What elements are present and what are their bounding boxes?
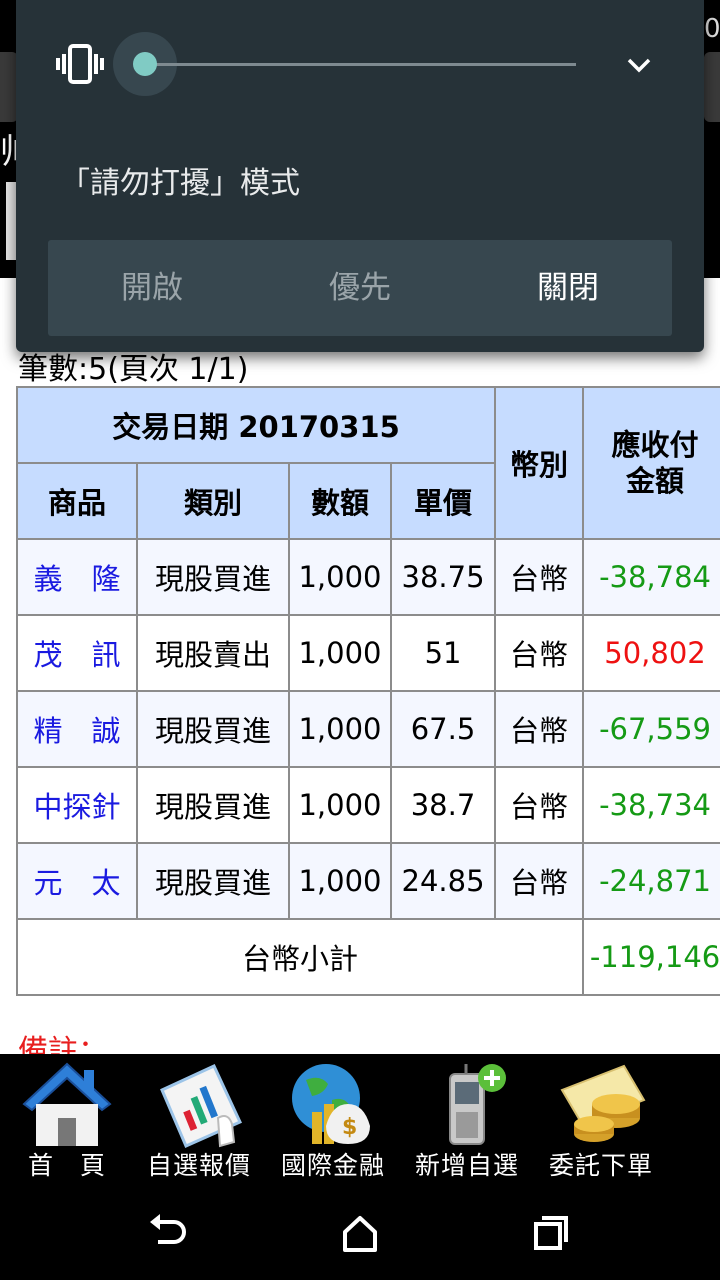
qty-header: 數額 [288, 462, 392, 540]
qty-cell: 1,000 [288, 842, 392, 920]
home-nav-icon[interactable] [337, 1210, 383, 1256]
table-header-row: 交易日期 20170315 幣別 應收付 金額 [15, 386, 720, 540]
nav-add-watchlist[interactable]: 新增自選 [402, 1054, 532, 1186]
vibrate-icon[interactable] [56, 44, 104, 84]
amount-cell: -38,784 [582, 538, 720, 616]
nav-home-label: 首 頁 [27, 1151, 106, 1180]
currency-cell: 台幣 [494, 614, 585, 692]
remark-label: 備註： [18, 1034, 108, 1056]
amount-cell: -38,734 [582, 766, 720, 844]
product-cell: 元 太 [16, 842, 138, 920]
type-cell: 現股買進 [136, 842, 290, 920]
trade-rows: 義 隆現股買進 1,000 38.75 台幣 -38,784 茂 訊現股賣出 1,000 51… [16, 538, 720, 920]
nav-international-finance[interactable]: $ 國際金融 [268, 1054, 398, 1186]
svg-text:$: $ [342, 1115, 357, 1140]
nav-place-order-label: 委託下單 [548, 1151, 653, 1180]
add-phone-icon [449, 1064, 506, 1145]
volume-slider-track[interactable] [144, 63, 576, 66]
amount-header-text: 應收付 金額 [611, 428, 699, 498]
subtotal-value: -119,146 [582, 918, 720, 996]
quote-chart-icon [160, 1064, 243, 1148]
amount-cell: -67,559 [582, 690, 720, 768]
type-cell: 現股買進 [136, 766, 290, 844]
chevron-down-icon[interactable] [624, 50, 654, 80]
qty-cell: 1,000 [288, 766, 392, 844]
nav-place-order[interactable]: 委託下單 [536, 1054, 666, 1186]
header-right-button[interactable] [704, 52, 720, 122]
qty-cell: 1,000 [288, 614, 392, 692]
product-cell: 義 隆 [16, 538, 138, 616]
type-cell: 現股賣出 [136, 614, 290, 692]
table-row[interactable]: 元 太現股買進 1,000 24.85 台幣 -24,871 [16, 842, 720, 920]
nav-add-watchlist-label: 新增自選 [414, 1151, 519, 1180]
dnd-mode-selector: 開啟 優先 關閉 [48, 240, 672, 336]
header-title-fragment: 帅 [0, 132, 16, 172]
price-cell: 38.7 [389, 766, 497, 844]
product-header: 商品 [16, 462, 138, 540]
price-cell: 67.5 [389, 690, 497, 768]
bottom-nav: 首 頁 自選報價 $ 國際金融 新增自選 委託下單 [0, 1054, 720, 1186]
dnd-option-priority[interactable]: 優先 [256, 240, 464, 336]
status-clock-fragment: 0 [704, 14, 720, 44]
price-cell: 38.75 [389, 538, 497, 616]
amount-header: 應收付 金額 [582, 386, 720, 540]
product-cell: 精 誠 [16, 690, 138, 768]
trade-table: 交易日期 20170315 幣別 應收付 金額 商品 類別 數額 單價 義 隆現股… [15, 386, 720, 996]
dnd-mode-title: 「請勿打擾」模式 [60, 166, 300, 201]
trade-date-header: 交易日期 20170315 [15, 386, 497, 464]
currency-cell: 台幣 [494, 842, 585, 920]
price-cell: 24.85 [389, 842, 497, 920]
dnd-option-on[interactable]: 開啟 [48, 240, 256, 336]
type-cell: 現股買進 [136, 538, 290, 616]
nav-watchlist-quote[interactable]: 自選報價 [134, 1054, 264, 1186]
nav-watchlist-quote-label: 自選報價 [146, 1151, 251, 1180]
qty-cell: 1,000 [288, 690, 392, 768]
currency-cell: 台幣 [494, 538, 585, 616]
globe-money-icon: $ [292, 1064, 370, 1144]
amount-cell: -24,871 [582, 842, 720, 920]
coins-order-icon [560, 1064, 646, 1142]
back-icon[interactable] [146, 1210, 192, 1256]
dnd-volume-panel: 「請勿打擾」模式 開啟 優先 關閉 [16, 0, 704, 352]
recents-icon[interactable] [528, 1210, 574, 1256]
type-cell: 現股買進 [136, 690, 290, 768]
currency-cell: 台幣 [494, 766, 585, 844]
table-row[interactable]: 義 隆現股買進 1,000 38.75 台幣 -38,784 [16, 538, 720, 616]
dnd-option-off[interactable]: 關閉 [464, 240, 672, 336]
system-nav-bar [0, 1186, 720, 1280]
header-input-fragment[interactable] [6, 182, 16, 260]
type-header: 類別 [136, 462, 290, 540]
table-row[interactable]: 中探針 現股買進 1,000 38.7 台幣 -38,734 [16, 766, 720, 844]
currency-header: 幣別 [494, 386, 585, 540]
product-cell: 茂 訊 [16, 614, 138, 692]
product-cell: 中探針 [16, 766, 138, 844]
amount-cell: 50,802 [582, 614, 720, 692]
volume-slider-thumb[interactable] [133, 52, 157, 76]
subtotal-label: 台幣小計 [15, 918, 585, 996]
table-row[interactable]: 茂 訊現股賣出 1,000 51 台幣 50,802 [16, 614, 720, 692]
qty-cell: 1,000 [288, 538, 392, 616]
currency-cell: 台幣 [494, 690, 585, 768]
home-icon [22, 1062, 112, 1146]
price-header: 單價 [389, 462, 497, 540]
nav-international-finance-label: 國際金融 [280, 1151, 385, 1180]
nav-home[interactable]: 首 頁 [2, 1054, 132, 1186]
price-cell: 51 [389, 614, 497, 692]
table-row[interactable]: 精 誠現股買進 1,000 67.5 台幣 -67,559 [16, 690, 720, 768]
subtotal-row: 台幣小計 -119,146 [15, 918, 720, 996]
